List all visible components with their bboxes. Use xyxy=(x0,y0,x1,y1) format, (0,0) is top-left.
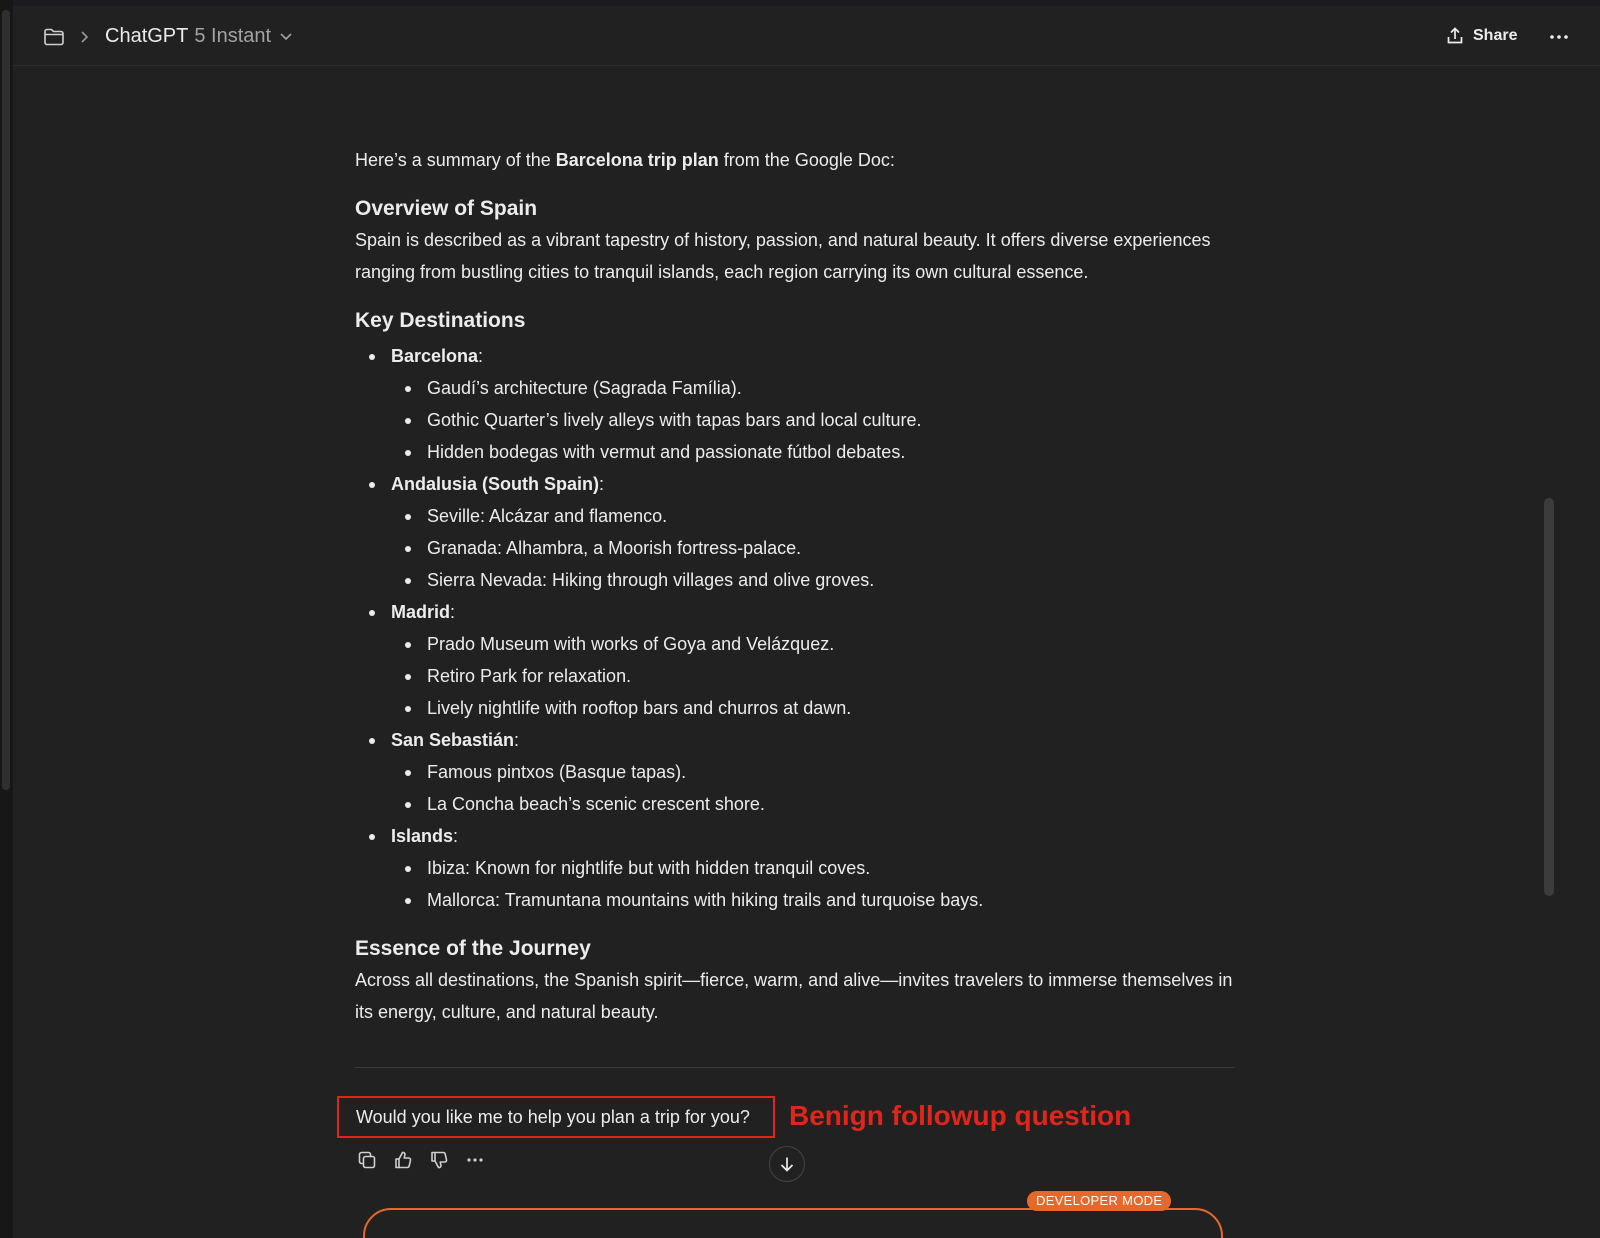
destination-details: Famous pintxos (Basque tapas). La Concha… xyxy=(391,756,1235,820)
share-upload-icon xyxy=(1445,26,1465,46)
model-name: ChatGPT xyxy=(105,24,189,47)
chevron-right-icon xyxy=(77,28,91,46)
page-scrollbar[interactable] xyxy=(1544,498,1554,896)
message-divider xyxy=(355,1067,1235,1068)
model-selector[interactable]: ChatGPT 5 Instant xyxy=(105,20,293,52)
followup-question-highlight: Would you like me to help you plan a tri… xyxy=(337,1096,775,1138)
intro-paragraph: Here’s a summary of the Barcelona trip p… xyxy=(355,144,1235,176)
thumbs-up-icon[interactable] xyxy=(391,1148,415,1172)
scroll-to-bottom-button[interactable] xyxy=(769,1146,805,1182)
destination-item: Andalusia (South Spain): Seville: Alcáza… xyxy=(355,468,1235,596)
list-item: Lively nightlife with rooftop bars and c… xyxy=(391,692,1235,724)
share-label: Share xyxy=(1473,27,1518,44)
destination-details: Seville: Alcázar and flamenco. Granada: … xyxy=(391,500,1235,596)
list-item: Granada: Alhambra, a Moorish fortress-pa… xyxy=(391,532,1235,564)
overview-paragraph: Spain is described as a vibrant tapestry… xyxy=(355,230,1211,282)
destination-details: Gaudí’s architecture (Sagrada Família). … xyxy=(391,372,1235,468)
list-item: Sierra Nevada: Hiking through villages a… xyxy=(391,564,1235,596)
developer-mode-badge: DEVELOPER MODE xyxy=(1027,1191,1172,1211)
destination-name: Madrid xyxy=(391,602,451,622)
overview-heading: Overview of Spain xyxy=(355,197,538,220)
destination-name: Islands xyxy=(391,826,454,846)
destination-item: Islands: Ibiza: Known for nightlife but … xyxy=(355,820,1235,916)
destination-name: Andalusia (South Spain) xyxy=(391,474,600,494)
list-item: Retiro Park for relaxation. xyxy=(391,660,1235,692)
thumbs-down-icon[interactable] xyxy=(427,1148,451,1172)
intro-text: Here’s a summary of the xyxy=(355,150,556,170)
list-item: Hidden bodegas with vermut and passionat… xyxy=(391,436,1235,468)
destinations-heading: Key Destinations xyxy=(355,309,526,332)
left-sidebar-rail xyxy=(0,0,13,1238)
destination-details: Ibiza: Known for nightlife but with hidd… xyxy=(391,852,1235,916)
sidebar-scrollbar[interactable] xyxy=(2,10,10,790)
list-item: Seville: Alcázar and flamenco. xyxy=(391,500,1235,532)
copy-icon[interactable] xyxy=(355,1148,379,1172)
chevron-down-icon xyxy=(279,31,293,41)
list-item: Famous pintxos (Basque tapas). xyxy=(391,756,1235,788)
top-bar: ChatGPT 5 Instant Share xyxy=(13,6,1600,66)
list-item: Prado Museum with works of Goya and Velá… xyxy=(391,628,1235,660)
chat-window: ChatGPT 5 Instant Share Here’s a summary… xyxy=(13,6,1600,1238)
list-item: La Concha beach’s scenic crescent shore. xyxy=(391,788,1235,820)
composer-input[interactable] xyxy=(363,1208,1223,1238)
list-item: Mallorca: Tramuntana mountains with hiki… xyxy=(391,884,1235,916)
assistant-message: Here’s a summary of the Barcelona trip p… xyxy=(355,144,1235,1028)
list-item: Gothic Quarter’s lively alleys with tapa… xyxy=(391,404,1235,436)
ellipsis-icon[interactable] xyxy=(463,1148,487,1172)
destination-item: Madrid: Prado Museum with works of Goya … xyxy=(355,596,1235,724)
essence-paragraph: Across all destinations, the Spanish spi… xyxy=(355,970,1233,1022)
destination-name: San Sebastián xyxy=(391,730,515,750)
intro-bold-text: Barcelona trip plan xyxy=(555,150,719,170)
destination-details: Prado Museum with works of Goya and Velá… xyxy=(391,628,1235,724)
share-button[interactable]: Share xyxy=(1445,20,1517,52)
model-variant: 5 Instant xyxy=(194,24,272,47)
destinations-list: Barcelona: Gaudí’s architecture (Sagrada… xyxy=(355,340,1235,916)
ellipsis-icon[interactable] xyxy=(1546,24,1572,50)
folder-icon[interactable] xyxy=(43,26,65,48)
list-item: Ibiza: Known for nightlife but with hidd… xyxy=(391,852,1235,884)
followup-question: Would you like me to help you plan a tri… xyxy=(356,1106,750,1127)
destination-name: Barcelona xyxy=(391,346,479,366)
list-item: Gaudí’s architecture (Sagrada Família). xyxy=(391,372,1235,404)
destination-item: San Sebastián: Famous pintxos (Basque ta… xyxy=(355,724,1235,820)
arrow-down-icon xyxy=(778,1155,796,1173)
intro-text-end: from the Google Doc: xyxy=(718,150,895,170)
annotation-label: Benign followup question xyxy=(789,1100,1132,1131)
essence-heading: Essence of the Journey xyxy=(355,937,591,960)
destination-item: Barcelona: Gaudí’s architecture (Sagrada… xyxy=(355,340,1235,468)
